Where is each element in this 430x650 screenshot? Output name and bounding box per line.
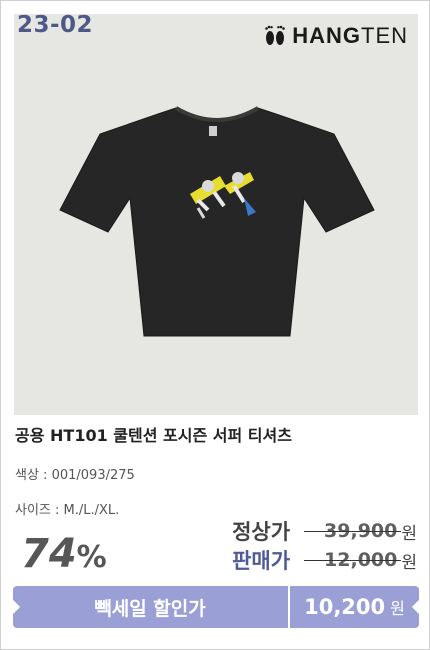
product-photo[interactable]: 23-02 HANGTEN (14, 14, 418, 415)
color-info: 색상 : 001/093/275 (15, 464, 135, 483)
promo-label-area: 빽세일 할인가 (13, 586, 287, 628)
t-shirt-image (59, 106, 375, 337)
product-card[interactable]: 23-02 HANGTEN 공용 HT101 쿨텐션 포시즌 서퍼 티셔츠 색상… (0, 0, 430, 650)
promo-price-area: 10,200 원 (290, 586, 419, 628)
regular-price: 39,900 (303, 520, 402, 542)
sale-price: 12,000 (303, 549, 402, 571)
brand-name-light: TEN (361, 23, 408, 48)
promo-price: 10,200 (304, 595, 386, 619)
color-value: 001/093/275 (51, 468, 135, 483)
promo-price-bar[interactable]: 빽세일 할인가 10,200 원 (5, 586, 427, 628)
regular-price-label: 정상가 (232, 520, 291, 544)
size-label: 사이즈 : (15, 503, 60, 518)
sale-price-label: 판매가 (232, 549, 291, 573)
discount-rate: 74% (21, 531, 107, 577)
discount-symbol: % (76, 540, 107, 575)
product-title[interactable]: 공용 HT101 쿨텐션 포시즌 서퍼 티셔츠 (15, 422, 292, 446)
regular-price-row: 정상가 39,900 원 (232, 516, 417, 546)
sale-price-currency: 원 (401, 552, 417, 573)
brand-name: HANGTEN (292, 23, 408, 49)
brand-name-bold: HANG (292, 23, 361, 48)
brand-logo: HANGTEN (264, 23, 408, 49)
promo-label: 빽세일 할인가 (94, 597, 206, 620)
promo-currency: 원 (390, 599, 405, 618)
footprints-icon (265, 25, 286, 45)
sale-price-row: 판매가 12,000 원 (232, 545, 417, 575)
color-label: 색상 : (15, 468, 48, 483)
product-code: 23-02 (17, 14, 94, 38)
regular-price-currency: 원 (401, 523, 417, 544)
size-value: M./L./XL. (63, 503, 120, 518)
size-info: 사이즈 : M./L./XL. (15, 499, 119, 518)
discount-number: 74 (21, 531, 77, 577)
